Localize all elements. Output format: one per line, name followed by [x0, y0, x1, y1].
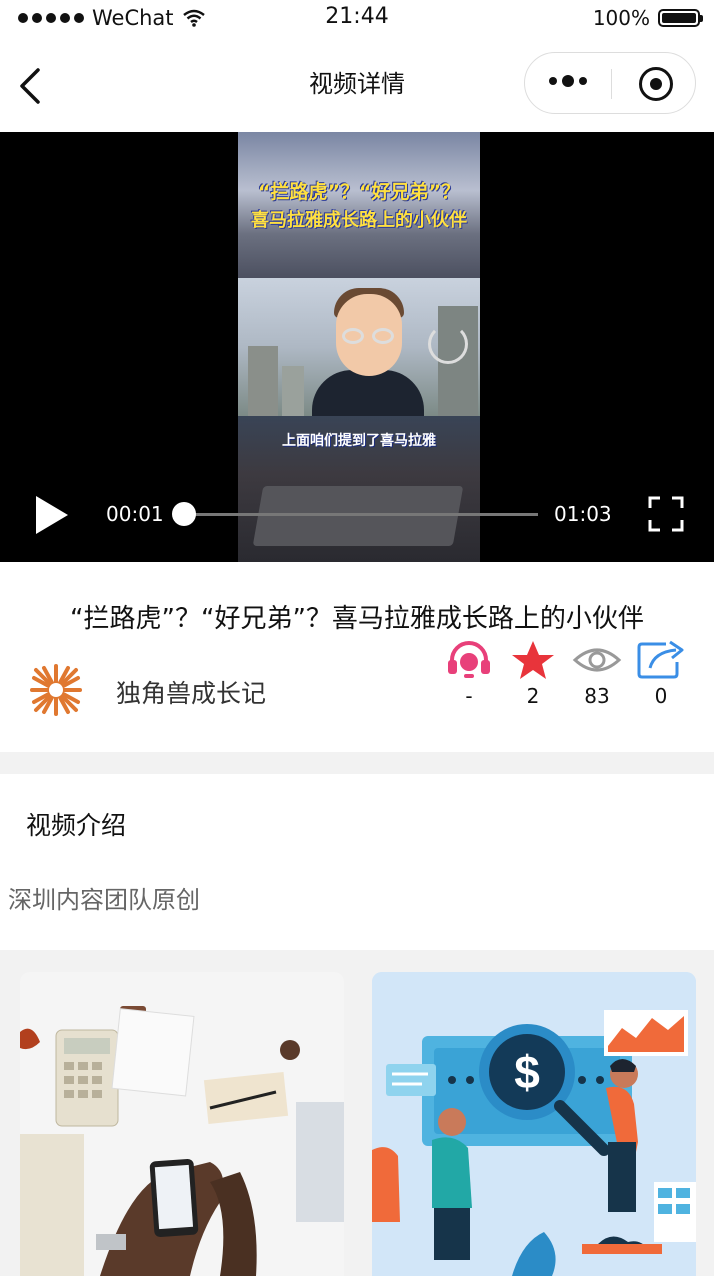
video-controls: 00:01 01:03: [0, 494, 714, 554]
video-overlay-line1: “拦路虎”？“好兄弟”？: [258, 181, 460, 203]
view-stat: 83: [572, 640, 622, 708]
listen-stat[interactable]: -: [444, 640, 494, 708]
related-card-2[interactable]: $: [372, 972, 696, 1276]
battery-percent: 100%: [592, 6, 650, 30]
svg-text:$: $: [514, 1046, 540, 1098]
battery-area: 100%: [592, 6, 703, 30]
author-avatar[interactable]: [30, 664, 82, 716]
fullscreen-icon[interactable]: [648, 496, 684, 532]
share-count: 0: [654, 684, 668, 708]
play-icon[interactable]: [36, 496, 68, 534]
favorite-count: 2: [526, 684, 540, 708]
eye-icon: [572, 648, 622, 672]
status-bar: WeChat 21:44 100%: [0, 0, 714, 40]
intro-heading: 视频介绍: [26, 811, 127, 840]
current-time: 00:01: [106, 502, 164, 526]
share-icon: [637, 640, 684, 679]
view-count: 83: [584, 684, 610, 708]
duration: 01:03: [554, 502, 612, 526]
video-avatar-scene: [238, 278, 480, 416]
business-desk-photo: [20, 972, 344, 1276]
progress-track[interactable]: [184, 513, 538, 516]
star-icon: [512, 641, 554, 679]
finance-dollar-illustration: $: [372, 972, 696, 1276]
intro-text: 深圳内容团队原创: [8, 886, 200, 914]
headset-icon: [448, 641, 490, 678]
video-title-scene: “拦路虎”？“好兄弟”？ 喜马拉雅成长路上的小伙伴: [238, 132, 480, 278]
video-player[interactable]: “拦路虎”？“好兄弟”？ 喜马拉雅成长路上的小伙伴 上面咱们提到了喜马拉雅 00…: [0, 132, 714, 562]
author-name[interactable]: 独角兽成长记: [116, 674, 266, 710]
related-card-1[interactable]: [20, 972, 344, 1276]
nav-bar: 视频详情: [0, 40, 714, 132]
video-subtitle: 上面咱们提到了喜马拉雅: [282, 433, 436, 449]
section-divider: [0, 752, 714, 774]
listen-count: -: [465, 684, 473, 708]
close-miniprogram-icon[interactable]: [639, 67, 673, 101]
video-title: “拦路虎”？“好兄弟”？喜马拉雅成长路上的小伙伴: [70, 604, 644, 634]
loading-spinner-icon: [428, 324, 468, 364]
miniprogram-capsule: [524, 52, 696, 114]
favorite-stat[interactable]: 2: [508, 640, 558, 708]
progress-knob[interactable]: [172, 502, 196, 526]
video-overlay-line2: 喜马拉雅成长路上的小伙伴: [251, 210, 467, 231]
battery-icon: [658, 9, 703, 27]
more-options-icon[interactable]: [549, 75, 587, 87]
capsule-divider: [611, 69, 612, 99]
share-stat[interactable]: 0: [636, 640, 686, 708]
